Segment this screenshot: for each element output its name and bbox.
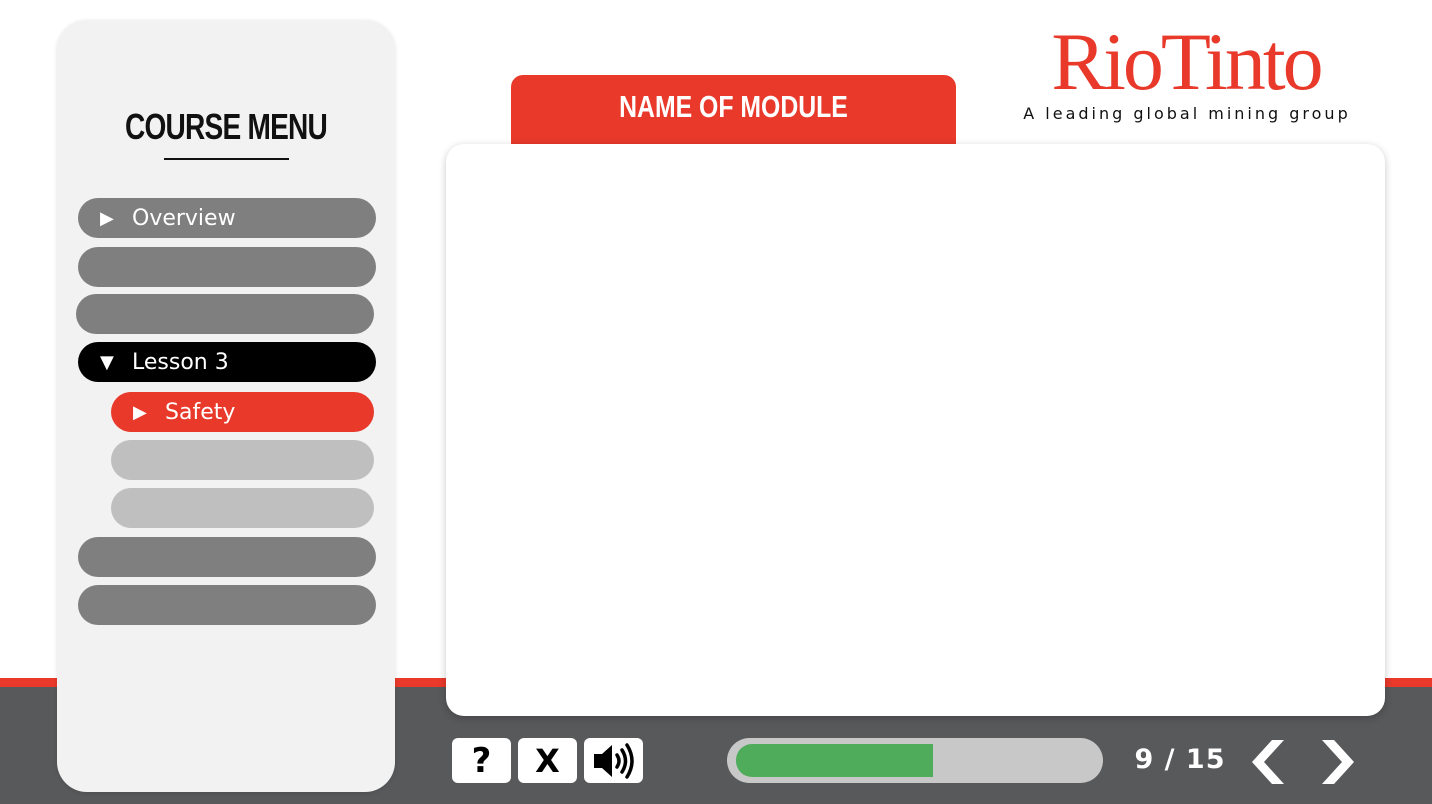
play-triangle-icon: ▶	[133, 401, 147, 423]
chevron-left-icon	[1252, 740, 1284, 784]
close-button[interactable]: X	[518, 738, 577, 783]
menu-item-2[interactable]	[78, 247, 376, 287]
logo-tagline: A leading global mining group	[1023, 104, 1351, 123]
submenu-item-safety[interactable]: ▶ Safety	[111, 392, 374, 432]
page-counter: 9 / 15	[1134, 744, 1226, 775]
close-icon: X	[535, 741, 560, 780]
menu-item-overview[interactable]: ▶ Overview	[78, 198, 376, 238]
chevron-right-icon	[1322, 740, 1354, 784]
expanded-triangle-icon: ▼	[100, 351, 114, 373]
menu-item-6[interactable]	[78, 585, 376, 625]
menu-item-label: Lesson 3	[132, 349, 229, 375]
progress-fill	[736, 744, 933, 777]
menu-item-5[interactable]	[78, 537, 376, 577]
speaker-icon	[593, 742, 634, 779]
menu-item-label: Overview	[132, 205, 236, 231]
next-button[interactable]	[1314, 738, 1364, 786]
help-icon: ?	[471, 740, 492, 781]
rio-tinto-logo: RioTinto	[1051, 16, 1323, 107]
module-title: NAME OF MODULE	[619, 89, 848, 124]
progress-bar	[727, 738, 1103, 783]
submenu-item-label: Safety	[165, 399, 236, 425]
content-area	[446, 144, 1385, 716]
menu-item-lesson-3[interactable]: ▼ Lesson 3	[78, 342, 376, 382]
module-title-tab: NAME OF MODULE	[511, 75, 956, 155]
audio-button[interactable]	[584, 738, 643, 783]
course-menu-title: COURSE MENU	[124, 106, 328, 147]
submenu-item-3[interactable]	[111, 488, 374, 528]
help-button[interactable]: ?	[452, 738, 511, 783]
menu-divider	[164, 158, 289, 160]
submenu-item-2[interactable]	[111, 440, 374, 480]
menu-item-3[interactable]	[76, 294, 374, 334]
previous-button[interactable]	[1242, 738, 1292, 786]
course-menu-panel: COURSE MENU ▶ Overview ▼ Lesson 3 ▶ Safe…	[57, 20, 395, 792]
play-triangle-icon: ▶	[100, 207, 114, 229]
course-player: COURSE MENU ▶ Overview ▼ Lesson 3 ▶ Safe…	[0, 0, 1432, 804]
